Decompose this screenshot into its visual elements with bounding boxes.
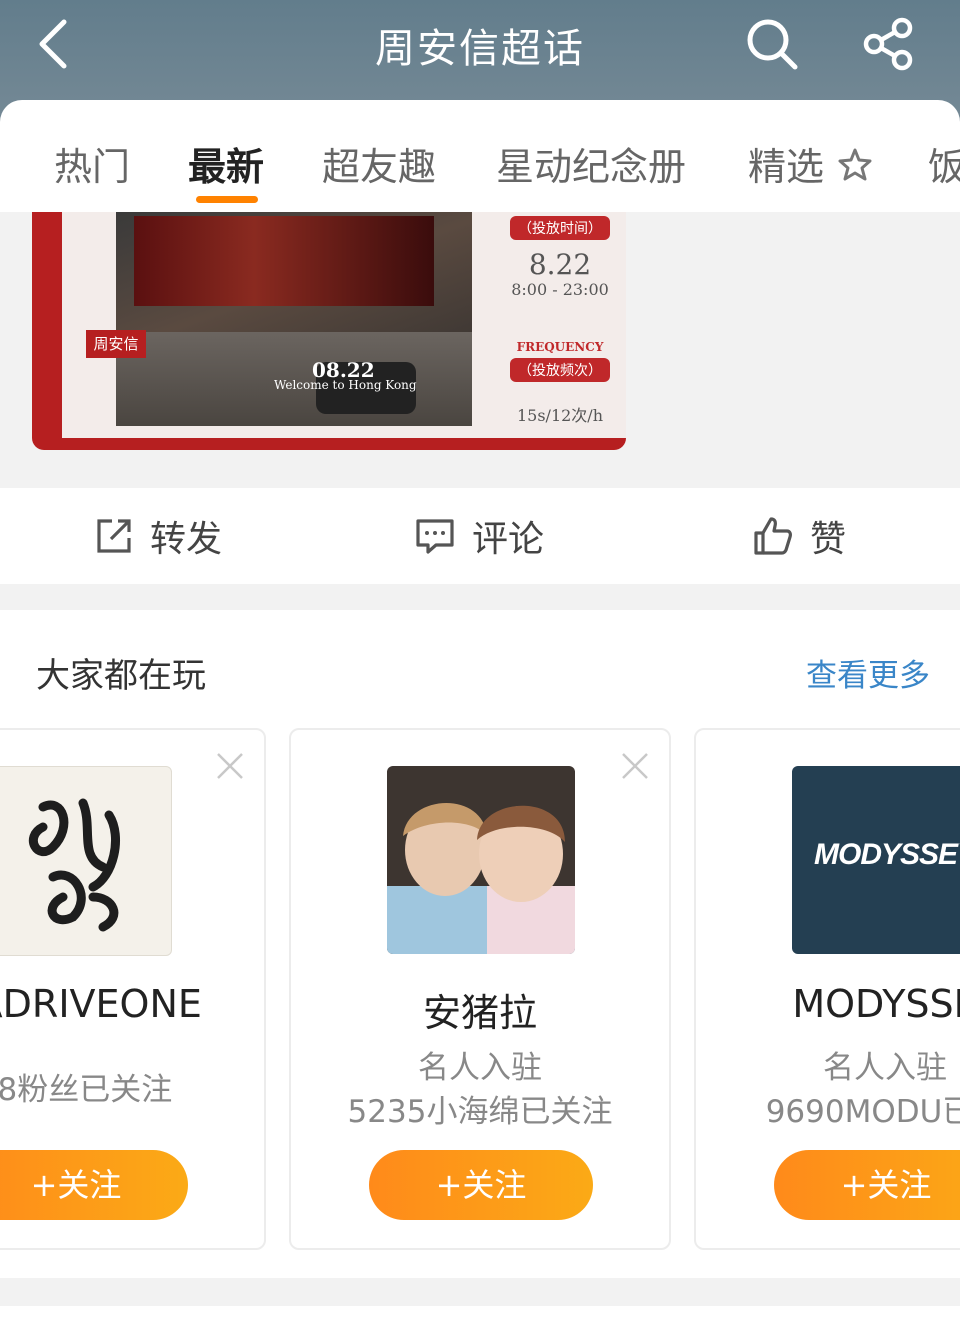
avatar <box>0 766 172 956</box>
tab-album[interactable]: 星动纪念册 <box>496 136 686 191</box>
card-fans: 9690MODU已关 <box>765 1094 960 1130</box>
tab-bar: 热门 最新 超友趣 星动纪念册 精选 饭 <box>0 100 960 212</box>
poster-welcome-text: Welcome to Hong Kong <box>274 378 417 392</box>
share-icon <box>863 17 913 71</box>
poster-time: 8:00 - 23:00 <box>511 280 609 299</box>
poster-date: 8.22 <box>528 248 592 281</box>
card-tag: 名人入驻 <box>418 1050 542 1086</box>
back-button[interactable] <box>28 14 84 74</box>
tab-hot[interactable]: 热门 <box>54 136 130 191</box>
like-label: 赞 <box>810 519 847 560</box>
brand-logo-icon <box>28 798 120 932</box>
follow-button[interactable]: +关注 <box>0 1150 188 1220</box>
card-name: 安猪拉 <box>422 991 537 1035</box>
follow-button[interactable]: +关注 <box>369 1150 593 1220</box>
profile-photo <box>387 766 575 954</box>
card-tag: 名人入驻 <box>823 1050 947 1086</box>
tab-latest[interactable]: 最新 <box>188 136 264 191</box>
star-outline-icon <box>838 148 872 181</box>
card-fans: 78粉丝已关注 <box>0 1072 173 1108</box>
card-name: HADRIVEONE <box>0 982 202 1026</box>
thumbs-up-icon <box>754 517 792 555</box>
section-title: 大家都在玩 <box>36 656 206 696</box>
tab-featured-label: 精选 <box>748 145 825 189</box>
repost-button[interactable]: 转发 <box>94 488 222 584</box>
poster-name-tag: 周安信 <box>86 330 146 358</box>
tab-fun[interactable]: 超友趣 <box>322 136 436 191</box>
close-icon <box>622 753 648 779</box>
tab-featured[interactable]: 精选 <box>748 136 874 191</box>
active-tab-indicator <box>196 196 258 203</box>
follow-button[interactable]: +关注 <box>774 1150 960 1220</box>
brand-logo-text: MODYSSEY <box>814 838 960 871</box>
card-fans: 5235小海绵已关注 <box>347 1094 613 1130</box>
dismiss-button[interactable] <box>619 750 651 782</box>
page-title: 周安信超话 <box>375 26 585 72</box>
tab-fan[interactable]: 饭 <box>928 136 960 191</box>
recommendation-card[interactable]: MODYSSEY MODYSSE 名人入驻 9690MODU已关 +关注 <box>694 728 960 1250</box>
repost-label: 转发 <box>150 519 223 560</box>
next-post-card <box>0 1306 960 1340</box>
post-action-bar: 转发 评论 赞 <box>0 488 960 584</box>
recommendation-card[interactable]: 安猪拉 名人入驻 5235小海绵已关注 +关注 <box>289 728 671 1250</box>
avatar <box>387 766 575 954</box>
poster-rate: 15s/12次/h <box>516 406 604 425</box>
time-label: （投放时间） <box>510 216 610 240</box>
frequency-label: （投放频次） <box>510 358 610 382</box>
comment-button[interactable]: 评论 <box>414 488 544 584</box>
recommendation-card[interactable]: HADRIVEONE 78粉丝已关注 +关注 <box>0 728 266 1250</box>
avatar: MODYSSEY <box>792 766 960 954</box>
like-button[interactable]: 赞 <box>752 488 846 584</box>
share-button[interactable] <box>858 14 918 74</box>
recommendation-section: 大家都在玩 查看更多 HADRIVEONE 78粉丝已关注 +关注 <box>0 610 960 1278</box>
dismiss-button[interactable] <box>214 750 246 782</box>
billboard-photo: 08.22 Welcome to Hong Kong <box>116 212 472 426</box>
post-content: 08.22 Welcome to Hong Kong 周安信 （投放时间） 8.… <box>0 212 960 488</box>
card-name: MODYSSE <box>792 982 960 1026</box>
see-more-link[interactable]: 查看更多 <box>806 650 930 695</box>
poster-info: （投放时间） 8.22 8:00 - 23:00 FREQUENCY （投放频次… <box>498 212 622 438</box>
comment-icon <box>416 519 454 554</box>
close-icon <box>217 753 243 779</box>
post-image[interactable]: 08.22 Welcome to Hong Kong 周安信 （投放时间） 8.… <box>32 212 626 450</box>
search-button[interactable] <box>742 14 802 74</box>
comment-label: 评论 <box>472 519 545 560</box>
poster-background: 08.22 Welcome to Hong Kong 周安信 （投放时间） 8.… <box>62 212 626 438</box>
billboard-screen <box>134 216 434 306</box>
search-icon <box>747 19 798 70</box>
chevron-left-icon <box>39 19 67 69</box>
repost-icon <box>97 519 131 553</box>
frequency-en: FREQUENCY <box>516 340 604 354</box>
